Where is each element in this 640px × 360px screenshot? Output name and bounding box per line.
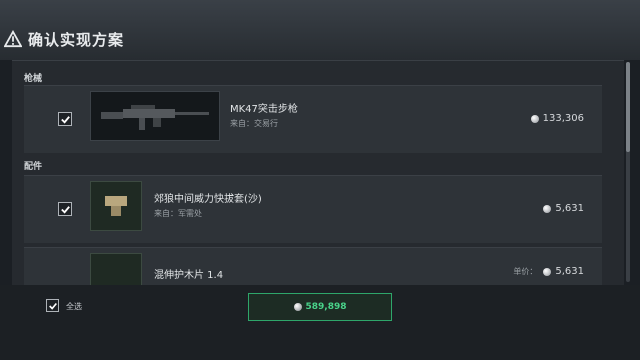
select-all-checkbox[interactable] — [46, 299, 59, 312]
item-checkbox[interactable] — [58, 112, 72, 126]
item-price: 单价： 5,631 — [513, 266, 584, 277]
select-all-label: 全选 — [66, 302, 82, 311]
rifle-icon — [101, 105, 209, 130]
item-name: MK47突击步枪 — [230, 104, 298, 115]
total-price: 589,898 — [305, 302, 347, 312]
check-icon — [61, 116, 70, 124]
list-item-attachment[interactable]: 郊狼中间威力快拔套(沙) 来自：军需处 5,631 — [24, 175, 602, 243]
weapon-thumbnail — [90, 91, 220, 141]
dialog-title: 确认实现方案 — [28, 30, 125, 49]
item-source: 来自：交易行 — [230, 119, 278, 128]
muzzle-icon — [105, 196, 127, 216]
section-label-weapons: 枪械 — [24, 74, 43, 84]
dialog-header: 确认实现方案 — [0, 26, 640, 52]
confirm-total-button[interactable]: 589,898 — [248, 293, 392, 321]
footer-bar: 全选 589,898 — [0, 285, 640, 360]
coin-icon — [293, 303, 302, 311]
item-checkbox[interactable] — [58, 202, 72, 216]
list-item-weapon[interactable]: MK47突击步枪 来自：交易行 133,306 — [24, 85, 602, 153]
item-name: 郊狼中间威力快拔套(沙) — [154, 194, 262, 205]
scrollbar-thumb[interactable] — [626, 62, 630, 152]
item-name: 混伸护木片 1.4 — [154, 270, 224, 281]
coin-icon — [530, 114, 539, 123]
check-icon — [61, 206, 70, 214]
coin-icon — [543, 267, 552, 276]
check-icon — [49, 302, 57, 310]
section-label-attachments: 配件 — [24, 162, 43, 172]
item-price: 5,631 — [543, 203, 584, 214]
scrollbar[interactable] — [626, 62, 630, 282]
list-item-attachment[interactable]: 混伸护木片 1.4 单价： 5,631 — [24, 247, 602, 303]
coin-icon — [543, 204, 552, 213]
attachment-thumbnail — [90, 181, 142, 231]
item-price: 133,306 — [530, 113, 584, 124]
warning-icon — [4, 30, 22, 48]
item-source: 来自：军需处 — [154, 209, 202, 218]
